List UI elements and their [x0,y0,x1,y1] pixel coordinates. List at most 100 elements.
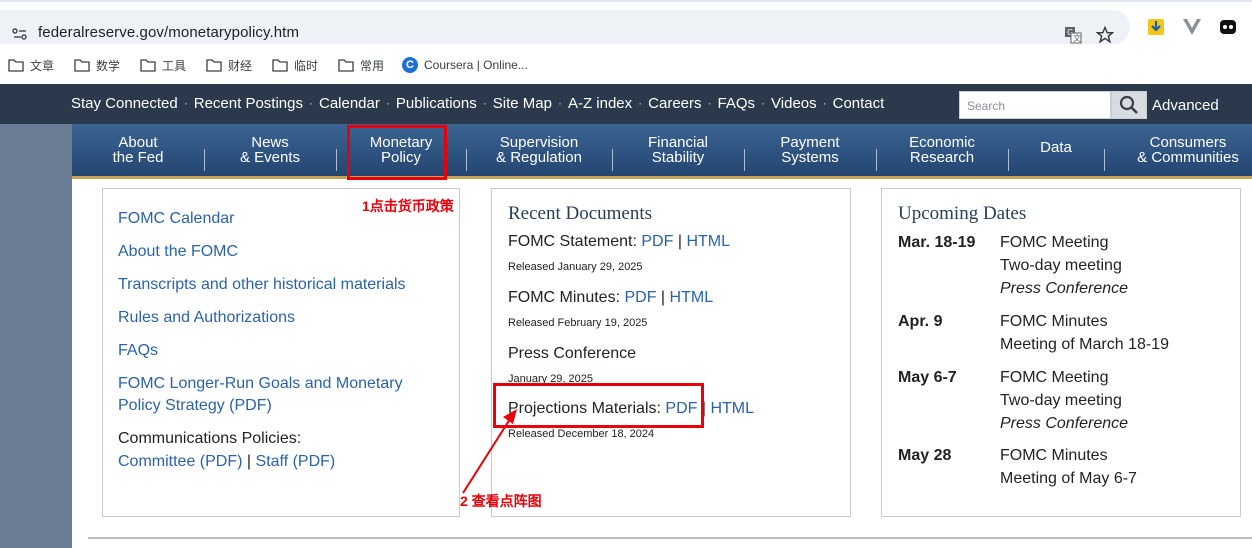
nav-news-events[interactable]: News & Events [204,124,336,176]
event-details: FOMC Meeting Two-day meeting Press Confe… [1000,366,1128,435]
event-title: FOMC Minutes [1000,447,1108,464]
nav-label: Supervision [499,134,579,151]
link-publications[interactable]: Publications [396,95,477,112]
minutes-pdf-link[interactable]: PDF [624,289,656,306]
separator: | [660,289,666,306]
link-recent-postings[interactable]: Recent Postings [194,95,303,112]
bookmark-folder-finance[interactable]: 财经 [206,56,252,74]
event-date: Apr. 9 [898,313,943,330]
bookmarks-bar: 文章 数学 工具 财经 临时 常用 C Coursera | Online... [0,48,1252,82]
nav-label: Systems [781,149,839,166]
nav-data[interactable]: Data [1008,124,1104,176]
search-input[interactable] [965,93,1109,119]
translate-icon[interactable]: G文 [1064,26,1082,49]
nav-economic-research[interactable]: Economic Research [876,124,1008,176]
link-faqs[interactable]: FAQs [718,95,756,112]
event-note: Press Conference [1000,280,1129,297]
link-videos[interactable]: Videos [771,95,817,112]
main-nav: About the Fed News & Events Monetary Policy… [72,124,1252,176]
separator: | [677,233,682,250]
link-policy-strategy[interactable]: Policy Strategy (PDF) [118,395,272,417]
link-calendar[interactable]: Calendar [319,95,380,112]
bookmark-coursera[interactable]: C Coursera | Online... [402,56,528,74]
svg-text:文: 文 [1073,33,1081,43]
link-staff-pdf[interactable]: Staff (PDF) [256,453,336,470]
folder-icon [206,58,222,72]
url-text[interactable]: federalreserve.gov/monetarypolicy.htm [38,24,299,41]
communications-label: Communications Policies: [118,430,302,447]
event-details: FOMC Meeting Two-day meeting Press Confe… [1000,231,1128,300]
link-about-fomc[interactable]: About the FOMC [118,241,238,263]
event-subtitle: Meeting of March 18-19 [1000,336,1169,353]
nav-consumers-communities[interactable]: Consumers & Communities [1104,124,1252,176]
search-field[interactable] [959,91,1111,119]
search-icon [1119,95,1138,114]
link-longer-run-goals[interactable]: FOMC Longer-Run Goals and Monetary [118,373,403,395]
statement-html-link[interactable]: HTML [686,233,730,250]
link-faqs[interactable]: FAQs [118,340,158,362]
fomc-statement-row: FOMC Statement: PDF | HTML [508,233,730,251]
nav-payment-systems[interactable]: Payment Systems [744,124,876,176]
vue-devtools-icon[interactable] [1183,19,1201,40]
nav-supervision-regulation[interactable]: Supervision & Regulation [466,124,612,176]
minutes-date: Released February 19, 2025 [508,317,648,329]
separator: · [557,96,562,110]
bookmark-folder-common[interactable]: 常用 [338,56,384,74]
link-transcripts[interactable]: Transcripts and other historical materia… [118,274,406,296]
nav-label: Economic [909,134,975,151]
event-subtitle: Meeting of May 6-7 [1000,470,1137,487]
projections-html-link[interactable]: HTML [710,400,754,417]
nav-label: & Regulation [496,149,582,166]
folder-icon [74,58,90,72]
statement-pdf-link[interactable]: PDF [641,233,673,250]
event-title: FOMC Minutes [1000,313,1108,330]
url-field[interactable]: federalreserve.gov/monetarypolicy.htm G文 [0,10,1130,44]
link-az-index[interactable]: A-Z index [568,95,632,112]
nav-about-the-fed[interactable]: About the Fed [72,124,204,176]
bookmark-folder-temp[interactable]: 临时 [272,56,318,74]
address-bar: federalreserve.gov/monetarypolicy.htm G文 [0,2,1252,48]
annotation-step2: 2 查看点阵图 [460,493,542,509]
recent-documents-title: Recent Documents [508,203,653,224]
nav-label: Stability [651,149,705,166]
nav-financial-stability[interactable]: Financial Stability [612,124,744,176]
extension-icon[interactable] [1219,18,1237,41]
advanced-search-link[interactable]: Advanced [1152,97,1219,114]
bookmark-folder-articles[interactable]: 文章 [8,56,54,74]
press-conference-link[interactable]: Press Conference [508,345,636,363]
download-extension-icon[interactable] [1147,18,1165,41]
link-stay-connected[interactable]: Stay Connected [71,95,178,112]
annotation-step1: 1点击货币政策 [362,198,454,214]
event-details: FOMC Minutes Meeting of May 6-7 [1000,444,1137,490]
annotation-arrow [462,409,517,494]
upcoming-dates-title: Upcoming Dates [898,203,1027,224]
link-site-map[interactable]: Site Map [493,95,552,112]
communications-links: Committee (PDF) | Staff (PDF) [118,451,335,473]
link-committee-pdf[interactable]: Committee (PDF) [118,453,242,470]
link-careers[interactable]: Careers [648,95,701,112]
event-subtitle: Two-day meeting [1000,257,1122,274]
nav-label: News [251,134,289,151]
separator: · [482,96,487,110]
bookmark-folder-math[interactable]: 数学 [74,56,120,74]
minutes-html-link[interactable]: HTML [670,289,714,306]
separator: · [638,96,643,110]
separator: · [308,96,313,110]
link-rules-authorizations[interactable]: Rules and Authorizations [118,307,295,329]
bookmark-star-icon[interactable] [1095,25,1115,49]
bookmark-label: 临时 [294,58,319,73]
link-contact[interactable]: Contact [833,95,885,112]
event-title: FOMC Meeting [1000,369,1109,386]
event-subtitle: Two-day meeting [1000,392,1122,409]
event-title: FOMC Meeting [1000,234,1109,251]
search-button[interactable] [1111,91,1147,119]
link-fomc-calendar[interactable]: FOMC Calendar [118,208,234,230]
nav-label: the Fed [112,149,164,166]
folder-icon [272,58,288,72]
upcoming-dates-panel: Upcoming Dates Mar. 18-19 FOMC Meeting T… [881,188,1241,517]
site-settings-icon[interactable] [12,27,28,45]
bookmark-folder-tools[interactable]: 工具 [140,56,186,74]
folder-icon [140,58,156,72]
event-date: May 6-7 [898,369,957,386]
nav-label: Research [909,149,975,166]
